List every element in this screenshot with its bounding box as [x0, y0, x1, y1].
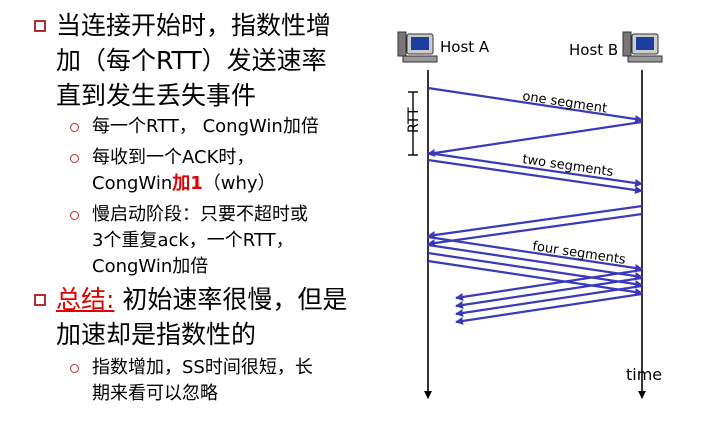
- circle-bullet-icon: [70, 154, 79, 163]
- summary-label: 总结:: [56, 285, 115, 314]
- circle-bullet-icon: [70, 364, 79, 373]
- rtt-label: RTT: [406, 107, 422, 133]
- sub-bullet-3-line-3: CongWin加倍: [92, 256, 209, 277]
- sub-bullet-3-line-1: 慢启动阶段：只要不超时或: [92, 204, 308, 225]
- sub-bullet-4-line-1: 指数增加，SS时间很短，长: [92, 357, 313, 378]
- host-a-label: Host A: [440, 38, 490, 56]
- congwin-text: CongWin: [92, 173, 173, 194]
- computer-icon: [622, 31, 663, 63]
- bullet-1-line-3: 直到发生丢失事件: [56, 81, 257, 110]
- segment-arrow: [427, 259, 643, 296]
- ack-arrow: [455, 276, 643, 309]
- bullet-1-line-2: 加（每个RTT）发送速率: [56, 46, 327, 75]
- bullet-list: 当连接开始时，指数性增 加（每个RTT）发送速率 直到发生丢失事件 每一个RTT…: [0, 0, 380, 424]
- sub-bullet-2-line-2: CongWin加1（why）: [92, 171, 276, 197]
- time-label: time: [626, 365, 662, 384]
- bullet-2-text: 初始速率很慢，但是: [114, 285, 348, 314]
- circle-bullet-icon: [70, 123, 79, 132]
- ack-arrow: [427, 204, 643, 239]
- slow-start-diagram: Host A Host B RTT one segment two segmen…: [380, 0, 708, 424]
- why-text: （why）: [202, 173, 276, 194]
- ack-arrow: [455, 292, 643, 325]
- bullet-2-line-1: 总结: 初始速率很慢，但是: [56, 282, 347, 317]
- circle-bullet-icon: [70, 211, 79, 220]
- sub-bullet-3-line-2: 3个重复ack，一个RTT，: [92, 230, 294, 251]
- host-b-label: Host B: [569, 41, 618, 59]
- computer-icon: [397, 31, 438, 63]
- one-segment-label: one segment: [521, 89, 608, 116]
- sub-bullet-2-line-1: 每收到一个ACK时，: [92, 147, 255, 168]
- ack-arrow: [427, 120, 643, 157]
- bullet-2-line-2: 加速却是指数性的: [56, 320, 257, 349]
- ack-arrow: [455, 268, 643, 301]
- square-bullet-icon: [34, 20, 46, 32]
- sub-bullet-1: 每一个RTT， CongWin加倍: [92, 116, 319, 137]
- timeline-svg: Host A Host B RTT one segment two segmen…: [397, 31, 663, 399]
- sub-bullet-4-line-2: 期来看可以忽略: [92, 383, 218, 404]
- square-bullet-icon: [34, 294, 46, 306]
- ack-arrow: [455, 284, 643, 317]
- bullet-1-line-1: 当连接开始时，指数性增: [56, 11, 332, 40]
- plus-one-highlight: 加1: [172, 173, 203, 194]
